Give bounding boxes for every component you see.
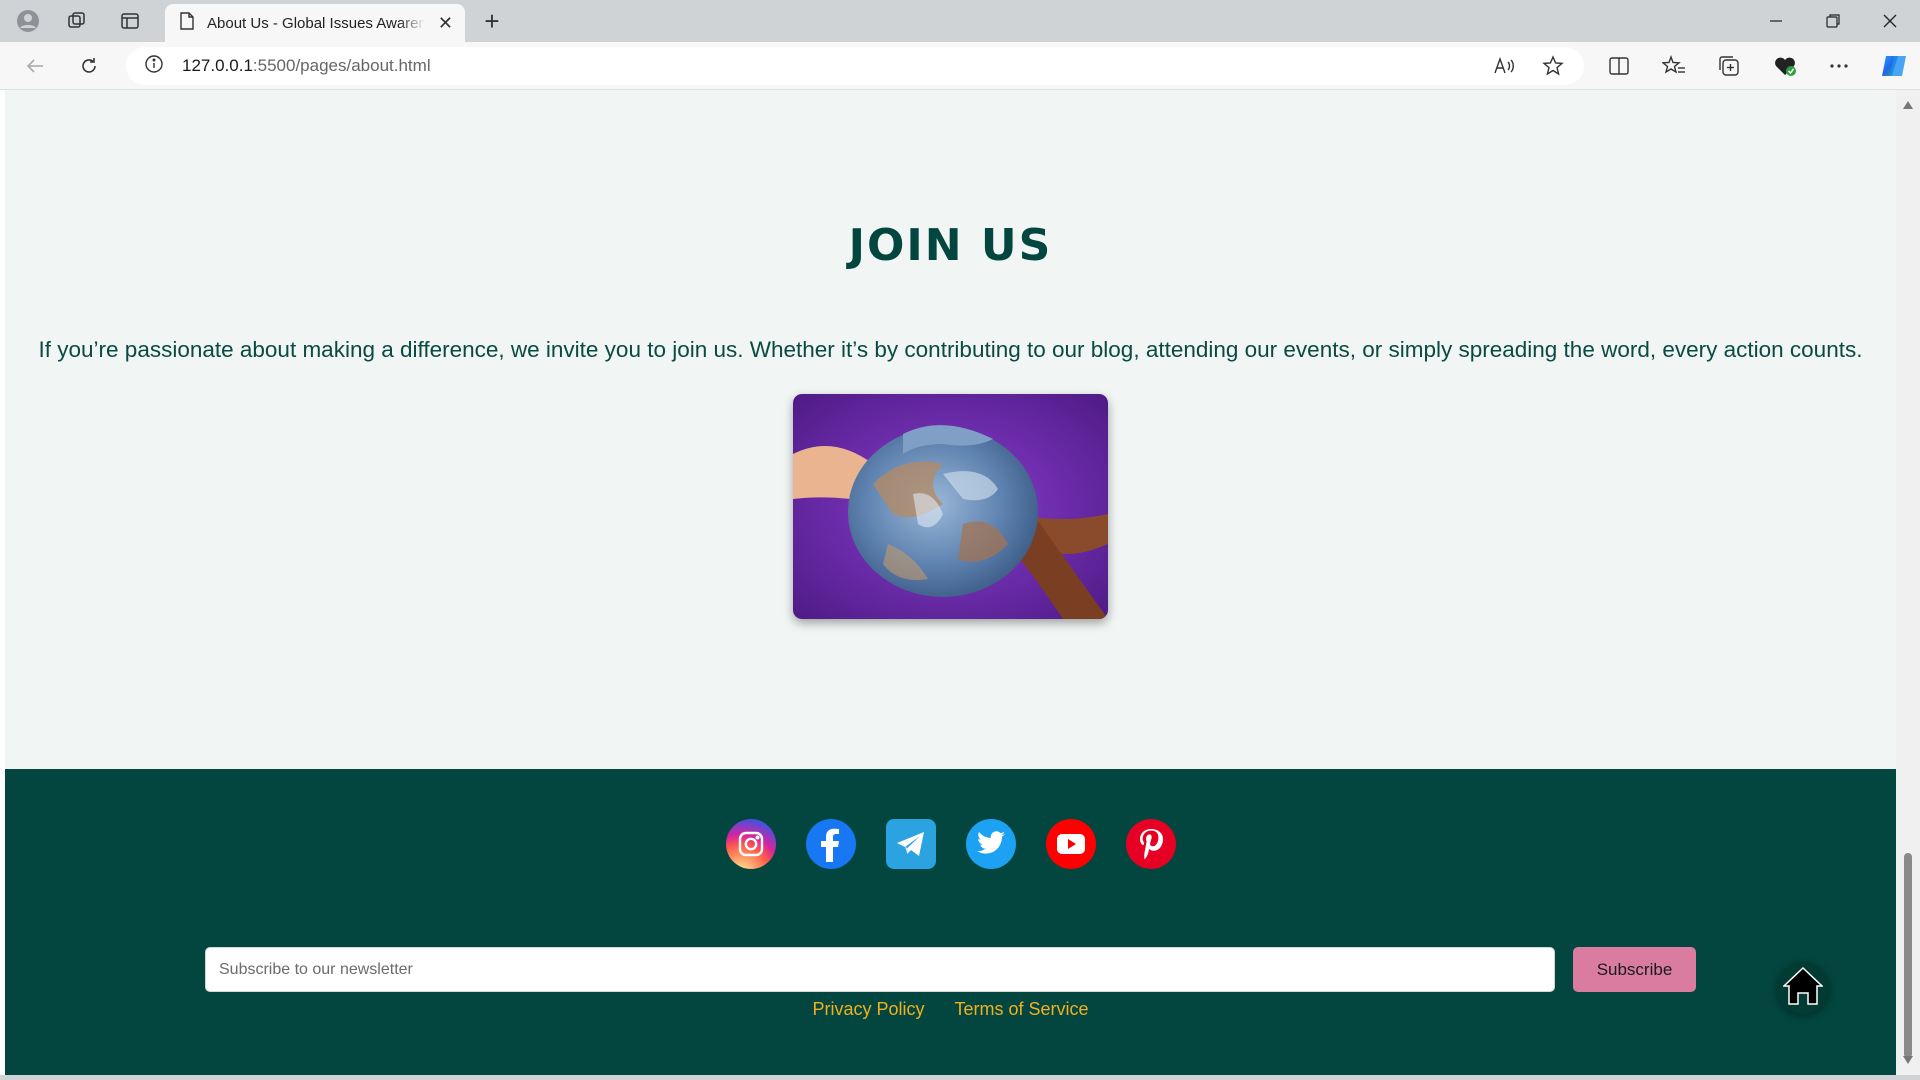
profile-icon[interactable] xyxy=(12,7,44,35)
collections-icon[interactable] xyxy=(1711,50,1747,82)
new-tab-icon[interactable]: + xyxy=(477,6,507,36)
back-icon[interactable] xyxy=(18,50,52,82)
social-links xyxy=(726,819,1176,869)
join-us-heading: JOIN US xyxy=(848,220,1053,271)
pinterest-icon[interactable] xyxy=(1126,819,1176,869)
site-footer: Subscribe Privacy Policy Terms of Servic… xyxy=(5,769,1896,1075)
refresh-icon[interactable] xyxy=(72,50,106,82)
split-screen-icon[interactable] xyxy=(1601,50,1637,82)
address-bar[interactable]: 127.0.0.1:5500/pages/about.html xyxy=(126,47,1584,85)
read-aloud-icon[interactable] xyxy=(1487,53,1521,79)
window-bottom-border xyxy=(0,1075,1920,1080)
facebook-icon[interactable] xyxy=(806,819,856,869)
home-button[interactable] xyxy=(1777,962,1829,1014)
window-close-icon[interactable] xyxy=(1862,0,1918,42)
terms-of-service-link[interactable]: Terms of Service xyxy=(954,999,1088,1020)
scroll-up-arrow-icon[interactable] xyxy=(1902,100,1914,110)
browser-toolbar: 127.0.0.1:5500/pages/about.html xyxy=(0,42,1920,90)
copilot-icon[interactable] xyxy=(1876,50,1912,82)
more-icon[interactable] xyxy=(1821,50,1857,82)
scrollbar-thumb[interactable] xyxy=(1904,853,1912,1058)
favorites-icon[interactable] xyxy=(1656,50,1692,82)
privacy-policy-link[interactable]: Privacy Policy xyxy=(812,999,924,1020)
join-us-text: If you’re passionate about making a diff… xyxy=(38,337,1863,362)
twitter-icon[interactable] xyxy=(966,819,1016,869)
home-icon xyxy=(1782,966,1824,1010)
instagram-icon[interactable] xyxy=(726,819,776,869)
scroll-down-arrow-icon[interactable] xyxy=(1902,1055,1914,1065)
footer-links: Privacy Policy Terms of Service xyxy=(5,999,1896,1020)
hands-globe-image xyxy=(793,394,1108,619)
restore-icon[interactable] xyxy=(1805,0,1861,42)
telegram-icon[interactable] xyxy=(886,819,936,869)
active-tab[interactable]: About Us - Global Issues Awareness ✕ xyxy=(165,4,465,42)
tab-title: About Us - Global Issues Awareness xyxy=(207,14,425,32)
workspaces-icon[interactable] xyxy=(61,7,93,35)
tab-actions-icon[interactable] xyxy=(114,7,146,35)
youtube-icon[interactable] xyxy=(1046,819,1096,869)
minimize-icon[interactable] xyxy=(1748,0,1804,42)
browser-essentials-icon[interactable] xyxy=(1767,50,1803,82)
page-icon xyxy=(179,11,195,35)
info-icon[interactable] xyxy=(144,54,164,79)
subscribe-button[interactable]: Subscribe xyxy=(1573,947,1696,992)
url-text: 127.0.0.1:5500/pages/about.html xyxy=(182,56,431,75)
close-icon[interactable]: ✕ xyxy=(438,13,453,34)
title-bar: About Us - Global Issues Awareness ✕ + xyxy=(0,0,1920,42)
newsletter-email-field[interactable] xyxy=(205,947,1555,992)
page-viewport: JOIN US If you’re passionate about makin… xyxy=(5,90,1896,1075)
page-scrollbar[interactable] xyxy=(1896,90,1920,1075)
favorite-star-icon[interactable] xyxy=(1536,53,1570,79)
